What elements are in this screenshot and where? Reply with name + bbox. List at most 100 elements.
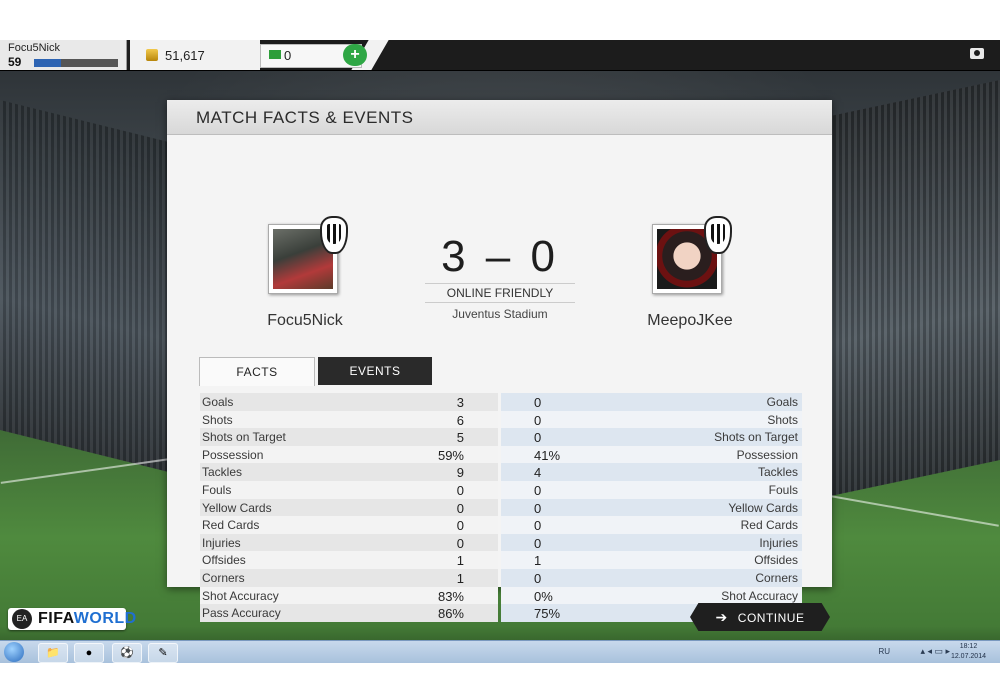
continue-button[interactable]: ➔ CONTINUE	[690, 603, 830, 631]
away-stat-cell: 0 Shots	[501, 410, 802, 429]
pitch-line	[0, 458, 170, 484]
language-indicator[interactable]: RU	[878, 647, 890, 656]
away-stat-value: 0	[534, 482, 542, 498]
stat-row: Possession 59% 41% Possession	[200, 445, 802, 464]
fifa-world-logo: EA FIFAWORLD	[8, 608, 136, 630]
away-team-name: MeepoJKee	[647, 312, 733, 329]
stat-row: Red Cards 0 0 Red Cards	[200, 516, 802, 534]
arrow-right-icon: ➔	[715, 609, 728, 625]
player-name: Focu5Nick	[8, 42, 60, 54]
home-stat-value: 0	[456, 500, 464, 516]
coins-icon	[146, 49, 158, 61]
away-stat-cell: 0 Fouls	[501, 480, 802, 499]
continue-label: CONTINUE	[737, 611, 805, 625]
coins-value: 51,617	[165, 48, 205, 63]
logo-text: FIFAWORLD	[38, 610, 137, 628]
home-stat-cell: Offsides 1	[200, 551, 498, 569]
home-stat-label: Shots on Target	[202, 430, 286, 445]
logo-fifa: FIFA	[38, 610, 74, 627]
home-stat-cell: Red Cards 0	[200, 516, 498, 534]
home-stat-cell: Yellow Cards 0	[200, 498, 498, 517]
stat-row: Offsides 1 1 Offsides	[200, 551, 802, 569]
away-stat-label: Shots	[767, 412, 798, 427]
home-stat-label: Yellow Cards	[202, 500, 272, 515]
away-stat-label: Yellow Cards	[728, 500, 798, 515]
home-stat-value: 6	[456, 412, 464, 428]
top-bar: Focu5Nick 59 51,617 0 +	[0, 40, 1000, 71]
clock-time: 18:12	[959, 643, 978, 650]
away-stat-value: 0	[534, 395, 542, 410]
buy-points-button[interactable]: +	[343, 44, 367, 66]
home-stat-label: Red Cards	[202, 518, 260, 533]
home-stat-cell: Shots on Target 5	[200, 428, 498, 446]
away-stat-cell: 4 Tackles	[501, 463, 802, 481]
home-stat-label: Fouls	[202, 482, 232, 497]
start-button[interactable]	[4, 642, 24, 662]
home-stat-label: Tackles	[202, 465, 243, 480]
home-stat-label: Pass Accuracy	[202, 606, 281, 621]
camera-icon[interactable]	[970, 48, 984, 59]
stadium-stands-left	[0, 100, 170, 473]
stats-table: Goals 3 0 Goals Shots 6 0 Shots Shots on Target 5…	[200, 393, 802, 622]
stat-row: Shot Accuracy 83% 0% Shot Accuracy	[200, 586, 802, 605]
home-stat-cell: Shot Accuracy 83%	[200, 586, 498, 605]
home-stat-value: 83%	[437, 588, 464, 604]
player-info[interactable]: Focu5Nick 59	[0, 40, 127, 70]
tray-icons[interactable]: ▴ ◂ ▭ ▸	[920, 646, 950, 657]
home-stat-value: 0	[456, 482, 464, 498]
away-stat-label: Shot Accuracy	[721, 588, 798, 603]
stat-row: Corners 1 0 Corners	[200, 568, 802, 587]
tab-facts[interactable]: FACTS	[199, 357, 315, 386]
away-stat-cell: 0% Shot Accuracy	[501, 586, 802, 605]
panel-header: MATCH FACTS & EVENTS	[167, 100, 832, 135]
home-stat-value: 0	[456, 518, 464, 534]
match-type: ONLINE FRIENDLY	[425, 283, 575, 303]
home-stat-cell: Shots 6	[200, 410, 498, 429]
home-stat-label: Shot Accuracy	[202, 588, 279, 603]
away-stat-value: 4	[534, 465, 542, 481]
away-stat-cell: 0 Yellow Cards	[501, 498, 802, 517]
paint-icon[interactable]: ✎	[148, 643, 178, 663]
stat-row: Goals 3 0 Goals	[200, 393, 802, 411]
stat-row: Tackles 9 4 Tackles	[200, 463, 802, 481]
game-viewport: Focu5Nick 59 51,617 0 + MATCH FACTS & EV…	[0, 40, 1000, 662]
browser-icon[interactable]: ●	[74, 643, 104, 663]
away-stat-cell: 41% Possession	[501, 445, 802, 464]
stat-row: Yellow Cards 0 0 Yellow Cards	[200, 498, 802, 517]
pitch-line	[831, 495, 999, 527]
xp-progress-fill	[34, 59, 61, 67]
juventus-crest-icon	[704, 216, 732, 254]
logo-world: WORLD	[73, 610, 137, 627]
home-stat-value: 59%	[437, 447, 464, 463]
ea-sports-icon: EA	[12, 609, 32, 629]
clock[interactable]: 18:12 12.07.2014	[951, 642, 986, 662]
explorer-icon[interactable]: 📁	[38, 643, 68, 663]
away-stat-label: Red Cards	[740, 518, 798, 533]
player-level: 59	[8, 55, 22, 69]
away-stat-label: Goals	[766, 395, 798, 409]
stat-row: Shots 6 0 Shots	[200, 410, 802, 429]
away-stat-cell: 0 Red Cards	[501, 516, 802, 534]
away-stat-value: 0%	[534, 588, 553, 604]
tab-events[interactable]: EVENTS	[318, 357, 432, 385]
away-stat-label: Corners	[755, 570, 798, 585]
away-stat-value: 0	[534, 500, 542, 516]
home-stat-value: 1	[456, 570, 464, 586]
home-team-name: Focu5Nick	[267, 312, 343, 329]
away-stat-label: Shots on Target	[714, 430, 798, 445]
away-stat-cell: 0 Goals	[501, 393, 802, 411]
home-stat-label: Corners	[202, 570, 245, 585]
away-stat-value: 0	[534, 518, 542, 534]
home-stat-cell: Injuries 0	[200, 533, 498, 552]
away-stat-value: 1	[534, 553, 542, 569]
fifa-world-taskbar-icon[interactable]: ⚽	[112, 643, 142, 663]
away-stat-value: 0	[534, 535, 542, 551]
home-stat-label: Injuries	[202, 535, 241, 550]
home-stat-label: Shots	[202, 412, 233, 427]
home-stat-value: 3	[456, 395, 464, 410]
home-stat-value: 9	[456, 465, 464, 481]
home-stat-cell: Fouls 0	[200, 480, 498, 499]
away-stat-value: 75%	[534, 606, 561, 622]
away-stat-label: Fouls	[768, 482, 798, 497]
match-score: 3 – 0	[441, 232, 559, 281]
